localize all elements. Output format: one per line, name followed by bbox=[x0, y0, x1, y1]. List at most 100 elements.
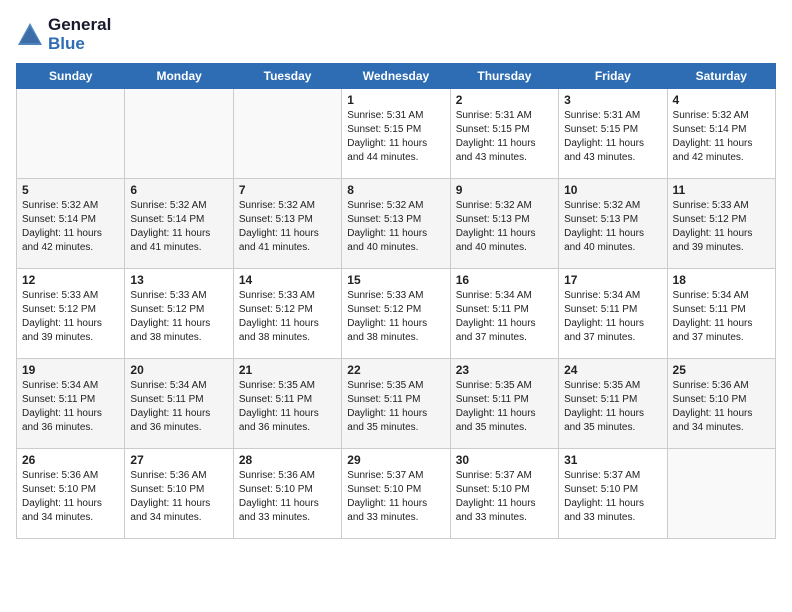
calendar-cell: 9 Sunrise: 5:32 AM Sunset: 5:13 PM Daylig… bbox=[450, 179, 558, 269]
day-number: 25 bbox=[673, 363, 770, 377]
day-number: 15 bbox=[347, 273, 444, 287]
calendar-cell bbox=[125, 89, 233, 179]
day-info: Sunrise: 5:31 AM Sunset: 5:15 PM Dayligh… bbox=[456, 109, 553, 165]
day-number: 13 bbox=[130, 273, 227, 287]
day-info: Sunrise: 5:34 AM Sunset: 5:11 PM Dayligh… bbox=[22, 379, 119, 435]
day-info: Sunrise: 5:33 AM Sunset: 5:12 PM Dayligh… bbox=[239, 289, 336, 345]
logo-text-line2: Blue bbox=[48, 35, 111, 54]
calendar-cell: 11 Sunrise: 5:33 AM Sunset: 5:12 PM Dayli… bbox=[667, 179, 775, 269]
day-info: Sunrise: 5:36 AM Sunset: 5:10 PM Dayligh… bbox=[130, 469, 227, 525]
day-number: 8 bbox=[347, 183, 444, 197]
day-info: Sunrise: 5:34 AM Sunset: 5:11 PM Dayligh… bbox=[130, 379, 227, 435]
day-number: 11 bbox=[673, 183, 770, 197]
col-header-monday: Monday bbox=[125, 64, 233, 89]
calendar-cell: 2 Sunrise: 5:31 AM Sunset: 5:15 PM Daylig… bbox=[450, 89, 558, 179]
day-number: 23 bbox=[456, 363, 553, 377]
day-number: 18 bbox=[673, 273, 770, 287]
calendar-cell bbox=[667, 449, 775, 539]
day-number: 24 bbox=[564, 363, 661, 377]
calendar-cell: 10 Sunrise: 5:32 AM Sunset: 5:13 PM Dayli… bbox=[559, 179, 667, 269]
day-number: 26 bbox=[22, 453, 119, 467]
week-row-4: 19 Sunrise: 5:34 AM Sunset: 5:11 PM Dayli… bbox=[17, 359, 776, 449]
day-number: 9 bbox=[456, 183, 553, 197]
day-info: Sunrise: 5:33 AM Sunset: 5:12 PM Dayligh… bbox=[673, 199, 770, 255]
col-header-thursday: Thursday bbox=[450, 64, 558, 89]
calendar-cell: 6 Sunrise: 5:32 AM Sunset: 5:14 PM Daylig… bbox=[125, 179, 233, 269]
logo-text-line1: General bbox=[48, 16, 111, 35]
calendar-cell: 29 Sunrise: 5:37 AM Sunset: 5:10 PM Dayli… bbox=[342, 449, 450, 539]
calendar-cell: 28 Sunrise: 5:36 AM Sunset: 5:10 PM Dayli… bbox=[233, 449, 341, 539]
day-number: 17 bbox=[564, 273, 661, 287]
week-row-1: 1 Sunrise: 5:31 AM Sunset: 5:15 PM Daylig… bbox=[17, 89, 776, 179]
day-number: 7 bbox=[239, 183, 336, 197]
day-info: Sunrise: 5:35 AM Sunset: 5:11 PM Dayligh… bbox=[564, 379, 661, 435]
page-header: General Blue bbox=[16, 16, 776, 53]
day-info: Sunrise: 5:34 AM Sunset: 5:11 PM Dayligh… bbox=[564, 289, 661, 345]
calendar-cell: 5Sunrise: 5:32 AM Sunset: 5:14 PM Daylig… bbox=[17, 179, 125, 269]
day-number: 2 bbox=[456, 93, 553, 107]
day-number: 12 bbox=[22, 273, 119, 287]
logo-icon bbox=[16, 21, 44, 49]
calendar-cell: 19 Sunrise: 5:34 AM Sunset: 5:11 PM Dayli… bbox=[17, 359, 125, 449]
day-info: Sunrise: 5:36 AM Sunset: 5:10 PM Dayligh… bbox=[22, 469, 119, 525]
day-info: Sunrise: 5:32 AM Sunset: 5:13 PM Dayligh… bbox=[239, 199, 336, 255]
calendar-cell: 12 Sunrise: 5:33 AM Sunset: 5:12 PM Dayli… bbox=[17, 269, 125, 359]
day-number: 6 bbox=[130, 183, 227, 197]
day-info: Sunrise: 5:32 AM Sunset: 5:14 PM Dayligh… bbox=[673, 109, 770, 165]
calendar-cell: 14 Sunrise: 5:33 AM Sunset: 5:12 PM Dayli… bbox=[233, 269, 341, 359]
day-info: Sunrise: 5:32 AM Sunset: 5:14 PM Dayligh… bbox=[130, 199, 227, 255]
day-info: Sunrise: 5:37 AM Sunset: 5:10 PM Dayligh… bbox=[347, 469, 444, 525]
day-number: 29 bbox=[347, 453, 444, 467]
day-number: 1 bbox=[347, 93, 444, 107]
day-info: Sunrise: 5:34 AM Sunset: 5:11 PM Dayligh… bbox=[456, 289, 553, 345]
day-info: Sunrise: 5:35 AM Sunset: 5:11 PM Dayligh… bbox=[239, 379, 336, 435]
calendar-cell: 23Sunrise: 5:35 AM Sunset: 5:11 PM Dayli… bbox=[450, 359, 558, 449]
day-number: 10 bbox=[564, 183, 661, 197]
day-number: 3 bbox=[564, 93, 661, 107]
day-info: Sunrise: 5:32 AM Sunset: 5:13 PM Dayligh… bbox=[347, 199, 444, 255]
calendar-table: SundayMondayTuesdayWednesdayThursdayFrid… bbox=[16, 63, 776, 539]
day-number: 19 bbox=[22, 363, 119, 377]
calendar-cell: 8 Sunrise: 5:32 AM Sunset: 5:13 PM Daylig… bbox=[342, 179, 450, 269]
day-info: Sunrise: 5:33 AM Sunset: 5:12 PM Dayligh… bbox=[22, 289, 119, 345]
day-number: 21 bbox=[239, 363, 336, 377]
day-number: 5 bbox=[22, 183, 119, 197]
day-number: 30 bbox=[456, 453, 553, 467]
day-number: 31 bbox=[564, 453, 661, 467]
day-info: Sunrise: 5:33 AM Sunset: 5:12 PM Dayligh… bbox=[130, 289, 227, 345]
calendar-cell: 7 Sunrise: 5:32 AM Sunset: 5:13 PM Daylig… bbox=[233, 179, 341, 269]
calendar-cell: 18Sunrise: 5:34 AM Sunset: 5:11 PM Dayli… bbox=[667, 269, 775, 359]
calendar-cell: 26 Sunrise: 5:36 AM Sunset: 5:10 PM Dayli… bbox=[17, 449, 125, 539]
col-header-tuesday: Tuesday bbox=[233, 64, 341, 89]
calendar-cell: 21 Sunrise: 5:35 AM Sunset: 5:11 PM Dayli… bbox=[233, 359, 341, 449]
day-info: Sunrise: 5:36 AM Sunset: 5:10 PM Dayligh… bbox=[239, 469, 336, 525]
day-info: Sunrise: 5:35 AM Sunset: 5:11 PM Dayligh… bbox=[347, 379, 444, 435]
day-number: 4 bbox=[673, 93, 770, 107]
day-number: 14 bbox=[239, 273, 336, 287]
calendar-cell: 1 Sunrise: 5:31 AM Sunset: 5:15 PM Daylig… bbox=[342, 89, 450, 179]
day-info: Sunrise: 5:32 AM Sunset: 5:13 PM Dayligh… bbox=[564, 199, 661, 255]
day-number: 22 bbox=[347, 363, 444, 377]
calendar-cell: 3Sunrise: 5:31 AM Sunset: 5:15 PM Daylig… bbox=[559, 89, 667, 179]
calendar-cell: 17 Sunrise: 5:34 AM Sunset: 5:11 PM Dayli… bbox=[559, 269, 667, 359]
calendar-cell: 31 Sunrise: 5:37 AM Sunset: 5:10 PM Dayli… bbox=[559, 449, 667, 539]
col-header-friday: Friday bbox=[559, 64, 667, 89]
day-number: 28 bbox=[239, 453, 336, 467]
calendar-cell: 4 Sunrise: 5:32 AM Sunset: 5:14 PM Daylig… bbox=[667, 89, 775, 179]
day-info: Sunrise: 5:33 AM Sunset: 5:12 PM Dayligh… bbox=[347, 289, 444, 345]
day-info: Sunrise: 5:32 AM Sunset: 5:13 PM Dayligh… bbox=[456, 199, 553, 255]
logo: General Blue bbox=[16, 16, 111, 53]
calendar-cell: 24 Sunrise: 5:35 AM Sunset: 5:11 PM Dayli… bbox=[559, 359, 667, 449]
week-row-3: 12 Sunrise: 5:33 AM Sunset: 5:12 PM Dayli… bbox=[17, 269, 776, 359]
day-info: Sunrise: 5:31 AM Sunset: 5:15 PM Dayligh… bbox=[347, 109, 444, 165]
col-header-saturday: Saturday bbox=[667, 64, 775, 89]
day-info: Sunrise: 5:36 AM Sunset: 5:10 PM Dayligh… bbox=[673, 379, 770, 435]
calendar-cell: 25 Sunrise: 5:36 AM Sunset: 5:10 PM Dayli… bbox=[667, 359, 775, 449]
day-info: Sunrise: 5:37 AM Sunset: 5:10 PM Dayligh… bbox=[564, 469, 661, 525]
calendar-cell: 22 Sunrise: 5:35 AM Sunset: 5:11 PM Dayli… bbox=[342, 359, 450, 449]
calendar-cell: 30Sunrise: 5:37 AM Sunset: 5:10 PM Dayli… bbox=[450, 449, 558, 539]
calendar-cell: 15 Sunrise: 5:33 AM Sunset: 5:12 PM Dayli… bbox=[342, 269, 450, 359]
col-header-wednesday: Wednesday bbox=[342, 64, 450, 89]
day-number: 20 bbox=[130, 363, 227, 377]
week-row-5: 26 Sunrise: 5:36 AM Sunset: 5:10 PM Dayli… bbox=[17, 449, 776, 539]
